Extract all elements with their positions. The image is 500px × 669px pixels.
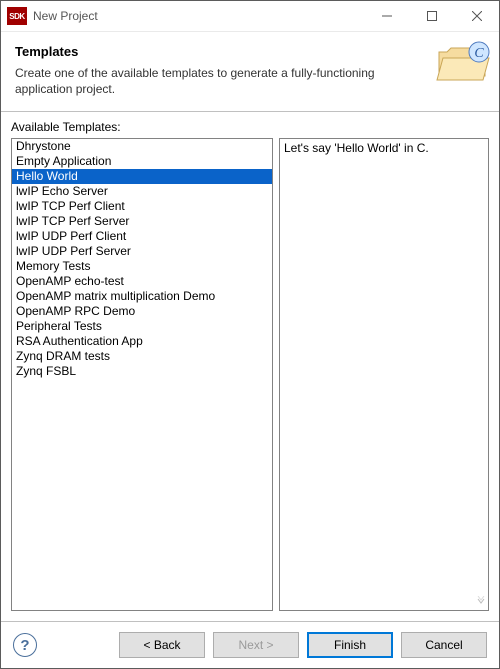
folder-c-icon: C bbox=[435, 38, 491, 87]
template-item[interactable]: lwIP TCP Perf Client bbox=[12, 199, 272, 214]
templates-panes: DhrystoneEmpty ApplicationHello WorldlwI… bbox=[11, 138, 489, 611]
templates-listbox[interactable]: DhrystoneEmpty ApplicationHello WorldlwI… bbox=[11, 138, 273, 611]
finish-button[interactable]: Finish bbox=[307, 632, 393, 658]
maximize-button[interactable] bbox=[409, 1, 454, 31]
templates-label: Available Templates: bbox=[11, 120, 489, 134]
template-item[interactable]: Hello World bbox=[12, 169, 272, 184]
back-button[interactable]: < Back bbox=[119, 632, 205, 658]
wizard-description: Create one of the available templates to… bbox=[15, 65, 395, 97]
template-item[interactable]: lwIP UDP Perf Client bbox=[12, 229, 272, 244]
template-description-text: Let's say 'Hello World' in C. bbox=[284, 141, 429, 155]
template-item[interactable]: Memory Tests bbox=[12, 259, 272, 274]
titlebar: SDK New Project bbox=[1, 1, 499, 32]
app-icon: SDK bbox=[7, 7, 27, 25]
wizard-title: Templates bbox=[15, 44, 485, 59]
scroll-indicator-icon bbox=[476, 596, 486, 608]
window-title: New Project bbox=[33, 9, 364, 23]
help-button[interactable]: ? bbox=[13, 633, 37, 657]
template-item[interactable]: Empty Application bbox=[12, 154, 272, 169]
template-item[interactable]: Peripheral Tests bbox=[12, 319, 272, 334]
template-item[interactable]: OpenAMP RPC Demo bbox=[12, 304, 272, 319]
template-item[interactable]: OpenAMP echo-test bbox=[12, 274, 272, 289]
template-item[interactable]: Dhrystone bbox=[12, 139, 272, 154]
minimize-button[interactable] bbox=[364, 1, 409, 31]
template-item[interactable]: OpenAMP matrix multiplication Demo bbox=[12, 289, 272, 304]
wizard-buttonbar: ? < Back Next > Finish Cancel bbox=[1, 621, 499, 668]
template-item[interactable]: Zynq DRAM tests bbox=[12, 349, 272, 364]
template-item[interactable]: Zynq FSBL bbox=[12, 364, 272, 379]
template-item[interactable]: RSA Authentication App bbox=[12, 334, 272, 349]
template-item[interactable]: lwIP TCP Perf Server bbox=[12, 214, 272, 229]
close-button[interactable] bbox=[454, 1, 499, 31]
cancel-button[interactable]: Cancel bbox=[401, 632, 487, 658]
wizard-header: Templates Create one of the available te… bbox=[1, 32, 499, 111]
template-item[interactable]: lwIP Echo Server bbox=[12, 184, 272, 199]
wizard-body: Available Templates: DhrystoneEmpty Appl… bbox=[1, 112, 499, 621]
svg-text:C: C bbox=[474, 46, 484, 61]
template-description-box: Let's say 'Hello World' in C. bbox=[279, 138, 489, 611]
template-item[interactable]: lwIP UDP Perf Server bbox=[12, 244, 272, 259]
next-button: Next > bbox=[213, 632, 299, 658]
dialog-window: SDK New Project Templates Create one of … bbox=[0, 0, 500, 669]
